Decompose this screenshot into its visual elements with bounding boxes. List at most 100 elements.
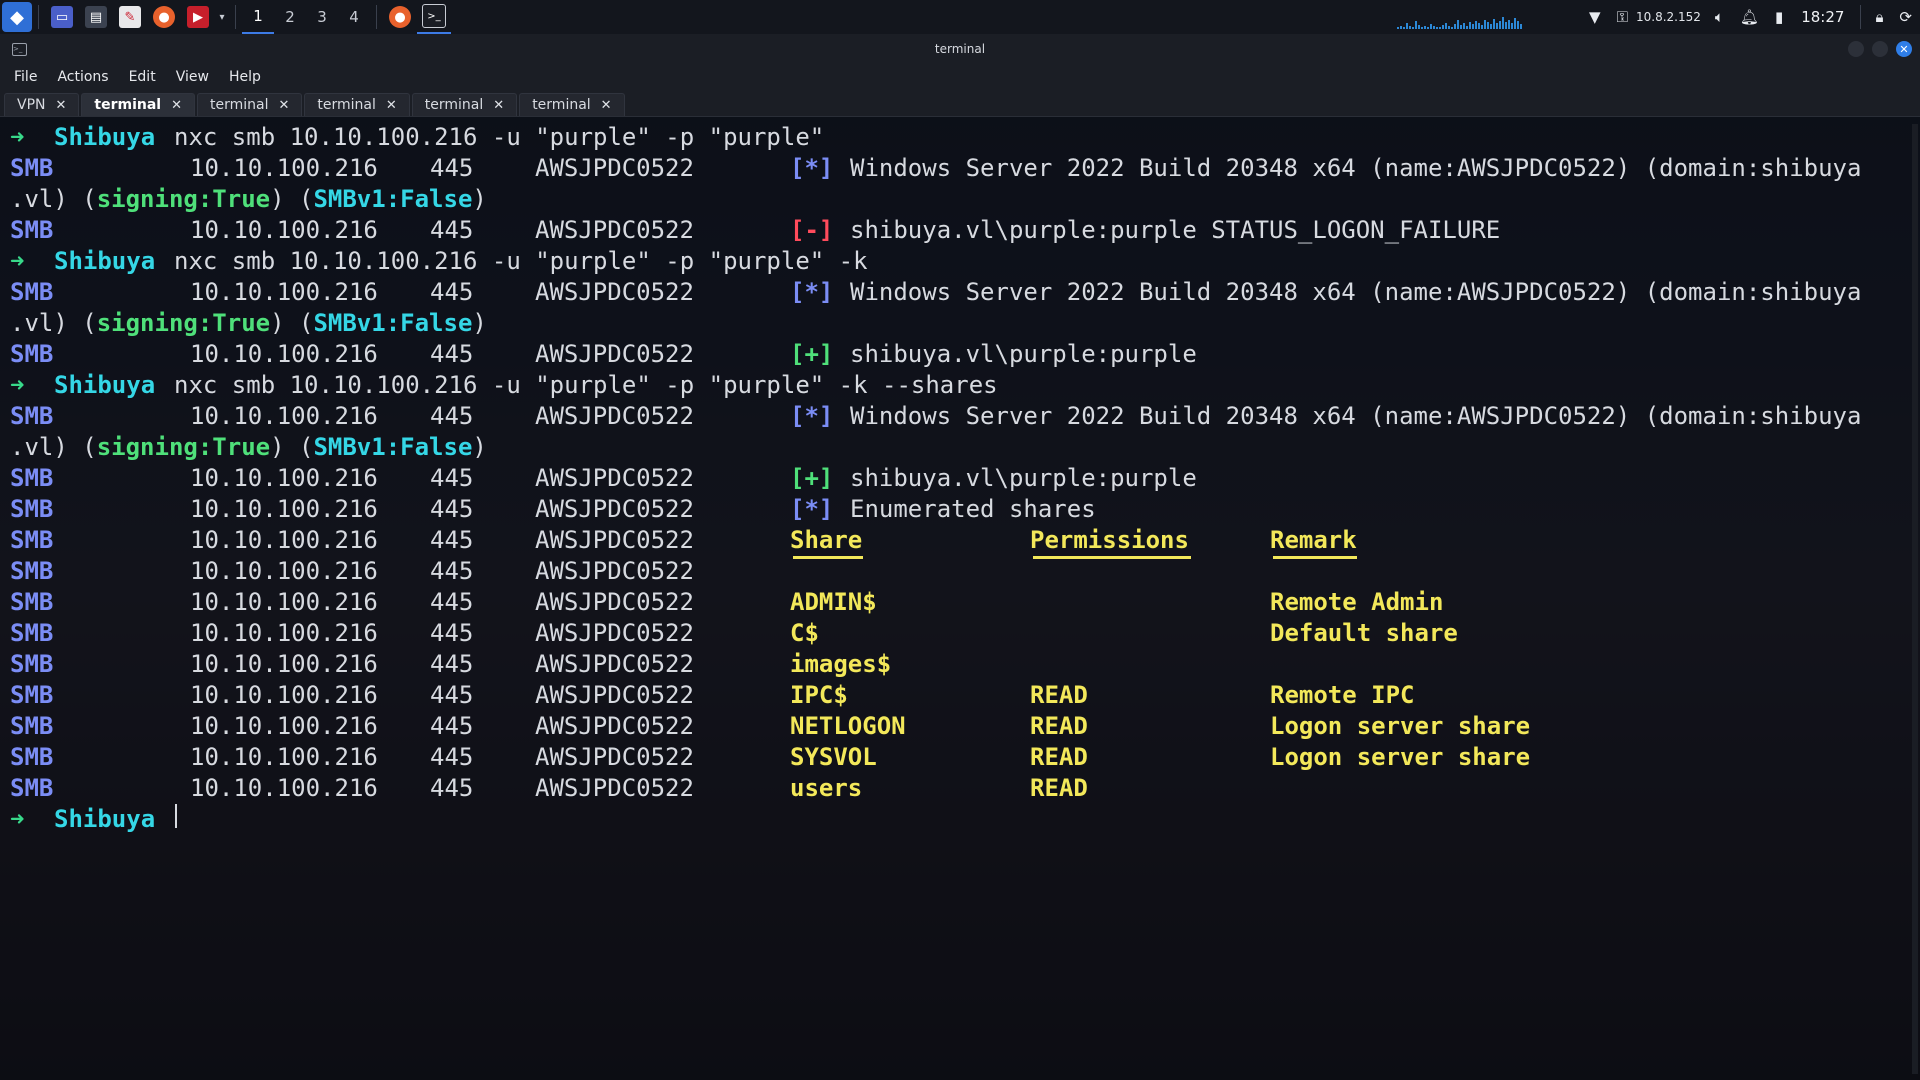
file-manager-icon[interactable]: ▤: [85, 6, 107, 28]
terminal-launcher-icon[interactable]: ▶: [187, 6, 209, 28]
output-line-continued: .vl) (signing:True) (SMBv1:False): [0, 432, 1910, 463]
proto-label: SMB: [10, 650, 54, 678]
power-icon[interactable]: ⟳: [1899, 8, 1912, 26]
target-ip: 10.10.100.216: [190, 526, 378, 554]
os-info: Windows Server 2022 Build 20348 x64 (nam…: [850, 278, 1862, 306]
clock[interactable]: 18:27: [1801, 8, 1844, 26]
maximize-button[interactable]: [1872, 41, 1888, 57]
minimize-button[interactable]: [1848, 41, 1864, 57]
window-menu-icon[interactable]: >_: [12, 43, 27, 56]
target-port: 445: [430, 402, 474, 430]
header-share: Share: [790, 526, 863, 554]
network-graph-bar: [1511, 23, 1514, 29]
target-name: AWSJPDC0522: [535, 340, 694, 368]
prompt-line: ➜ Shibuya nxc smb 10.10.100.216 -u "purp…: [0, 122, 1910, 153]
task-terminal[interactable]: >_: [417, 0, 451, 34]
target-ip: 10.10.100.216: [190, 402, 378, 430]
vpn-icon[interactable]: ⚿: [1617, 8, 1628, 26]
target-ip: 10.10.100.216: [190, 588, 378, 616]
target-name: AWSJPDC0522: [535, 495, 694, 523]
window-controls: ✕: [1840, 41, 1912, 57]
target-name: AWSJPDC0522: [535, 681, 694, 709]
notification-bell-icon[interactable]: 🔔︎: [1740, 8, 1759, 26]
menu-help[interactable]: Help: [229, 69, 261, 85]
tab-terminal-4[interactable]: terminal ✕: [411, 93, 518, 116]
network-graph-bar: [1415, 21, 1418, 29]
menu-file[interactable]: File: [14, 69, 37, 85]
target-name: AWSJPDC0522: [535, 650, 694, 678]
menu-view[interactable]: View: [176, 69, 209, 85]
task-firefox[interactable]: ●: [383, 0, 417, 34]
proto-label: SMB: [10, 681, 54, 709]
target-ip: 10.10.100.216: [190, 743, 378, 771]
target-port: 445: [430, 278, 474, 306]
workspace-1[interactable]: 1: [242, 0, 274, 34]
network-graph-bar: [1496, 23, 1499, 29]
firefox-icon[interactable]: ●: [153, 6, 175, 28]
network-graph-bar: [1403, 27, 1406, 29]
tab-terminal-5[interactable]: terminal ✕: [519, 93, 625, 116]
network-graph-bar: [1484, 20, 1487, 29]
share-remark: Logon server share: [1270, 743, 1531, 771]
tab-terminal-3[interactable]: terminal ✕: [304, 93, 410, 116]
share-remark: Logon server share: [1270, 712, 1531, 740]
logon-success-message: shibuya.vl\purple:purple: [850, 464, 1197, 492]
signing-value: signing:True: [96, 433, 271, 461]
tab-close-icon[interactable]: ✕: [171, 98, 182, 113]
tab-terminal-1[interactable]: terminal ✕: [81, 93, 196, 116]
target-name: AWSJPDC0522: [535, 619, 694, 647]
tab-close-icon[interactable]: ✕: [493, 98, 504, 113]
proto-label: SMB: [10, 619, 54, 647]
output-line: SMB 10.10.100.216 445 AWSJPDC0522 [*] Wi…: [0, 401, 1910, 432]
tab-close-icon[interactable]: ✕: [56, 98, 67, 113]
tab-close-icon[interactable]: ✕: [601, 98, 612, 113]
menu-bar: File Actions Edit View Help: [0, 64, 1920, 90]
prompt-host: Shibuya: [54, 805, 156, 833]
network-graph-bar: [1436, 27, 1439, 29]
wifi-icon[interactable]: ▼: [1589, 8, 1601, 26]
chevron-down-icon[interactable]: ▾: [217, 6, 227, 28]
terminal-scrollbar[interactable]: [1912, 124, 1918, 1074]
share-row: SMB 10.10.100.216 445 AWSJPDC0522 images…: [0, 649, 1910, 680]
success-flag: [+]: [790, 340, 834, 368]
workspace-2[interactable]: 2: [274, 0, 306, 34]
window-titlebar[interactable]: >_ terminal ✕: [0, 34, 1920, 64]
menu-edit[interactable]: Edit: [129, 69, 156, 85]
network-graph-bar: [1502, 17, 1505, 29]
lock-icon[interactable]: 🔒︎: [1875, 8, 1883, 26]
terminal-output[interactable]: ➜ Shibuya nxc smb 10.10.100.216 -u "purp…: [0, 116, 1910, 1076]
tab-close-icon[interactable]: ✕: [279, 98, 290, 113]
network-graph-bar: [1400, 26, 1403, 29]
info-flag: [*]: [790, 154, 834, 182]
close-button[interactable]: ✕: [1896, 41, 1912, 57]
wrap-close: ): [472, 309, 487, 337]
volume-icon[interactable]: 🔈︎: [1715, 8, 1724, 26]
show-desktop-icon[interactable]: ▭: [51, 6, 73, 28]
output-line: SMB 10.10.100.216 445 AWSJPDC0522 [*] Wi…: [0, 153, 1910, 184]
network-graph-bar: [1397, 27, 1400, 29]
proto-label: SMB: [10, 588, 54, 616]
smbv1-value: SMBv1:False: [313, 309, 473, 337]
share-row: SMB 10.10.100.216 445 AWSJPDC0522 IPC$ R…: [0, 680, 1910, 711]
proto-label: SMB: [10, 743, 54, 771]
tab-vpn[interactable]: VPN ✕: [4, 93, 80, 116]
battery-icon[interactable]: ▮: [1775, 8, 1783, 26]
active-prompt-line[interactable]: ➜ Shibuya: [0, 804, 1910, 835]
target-name: AWSJPDC0522: [535, 588, 694, 616]
menu-actions[interactable]: Actions: [57, 69, 108, 85]
wrap-prefix: .vl) (: [10, 309, 97, 337]
tab-terminal-2[interactable]: terminal ✕: [197, 93, 303, 116]
workspace-4[interactable]: 4: [338, 0, 370, 34]
network-graph-bar: [1406, 23, 1409, 29]
share-row: SMB 10.10.100.216 445 AWSJPDC0522 SYSVOL…: [0, 742, 1910, 773]
text-editor-icon[interactable]: ✎: [119, 6, 141, 28]
tab-close-icon[interactable]: ✕: [386, 98, 397, 113]
app-menu-icon[interactable]: ◆: [2, 2, 32, 32]
network-graph-bar: [1457, 20, 1460, 29]
success-flag: [+]: [790, 464, 834, 492]
share-name: users: [790, 774, 863, 802]
workspace-3[interactable]: 3: [306, 0, 338, 34]
output-line: SMB 10.10.100.216 445 AWSJPDC0522 [+] sh…: [0, 339, 1910, 370]
share-row: SMB 10.10.100.216 445 AWSJPDC0522 users …: [0, 773, 1910, 804]
target-port: 445: [430, 526, 474, 554]
